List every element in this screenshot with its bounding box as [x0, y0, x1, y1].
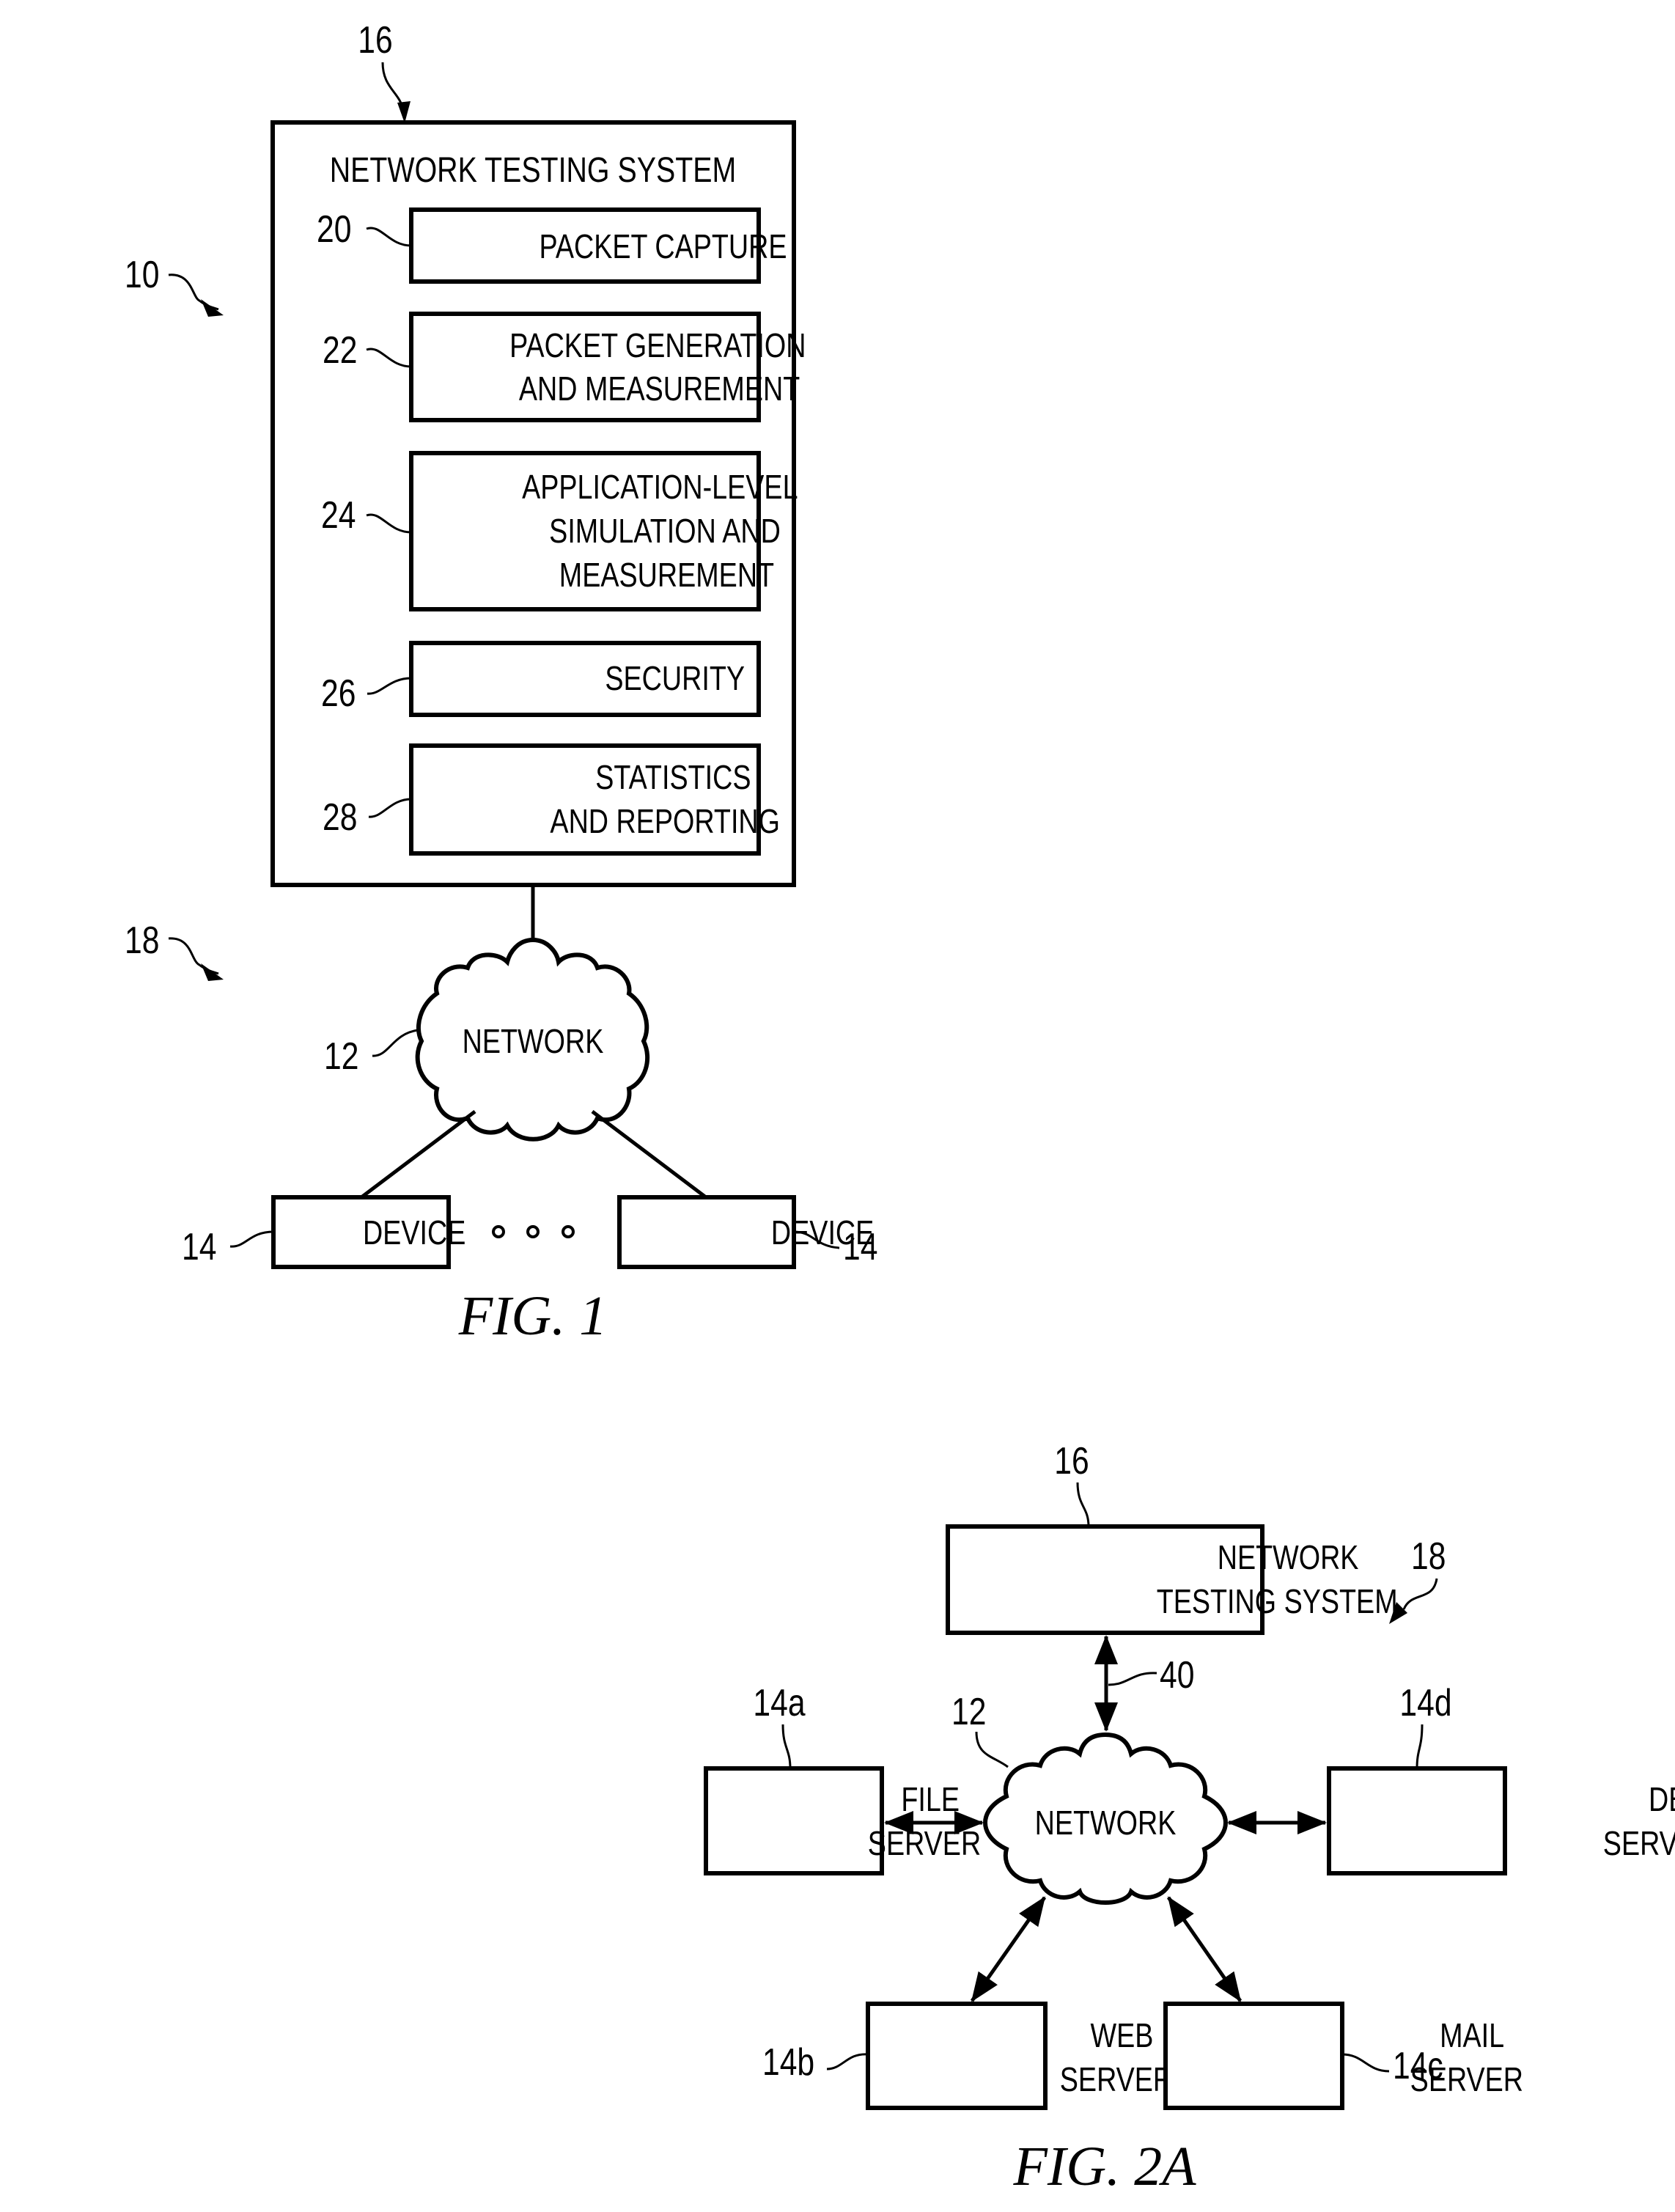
server-label-line: DB [1649, 1780, 1675, 1818]
ellipsis-dot [562, 1225, 575, 1238]
ref-18-arrowhead [201, 963, 224, 981]
patent-drawing-sheet: 16 10 NETWORK TESTING SYSTEM PACKET CAPT… [125, 19, 1675, 2197]
ref-14d-label: 14d [1399, 1682, 1451, 1724]
web-server: WEB SERVER 14b [762, 2002, 1173, 2110]
ref-40-leader [1108, 1672, 1157, 1686]
device-box [617, 1195, 796, 1269]
ref-16-arrowhead [397, 101, 411, 123]
network-device-right-link [591, 1110, 707, 1199]
ref-26-label: 26 [321, 672, 356, 715]
mail-server-network-arrow [1166, 1896, 1243, 2002]
server-label-line: SERVER [1603, 1824, 1675, 1862]
ref-10-arrowhead [201, 299, 224, 317]
ref-12-leader [372, 1029, 419, 1057]
ref-14a-leader [781, 1724, 792, 1769]
ref-18-leader [1402, 1578, 1438, 1610]
module-label-line: SIMULATION AND [549, 512, 781, 549]
figure-1-caption: FIG. 1 [458, 1285, 608, 1347]
ref-12-leader [975, 1731, 1009, 1768]
device-right: DEVICE 14 [617, 1195, 877, 1269]
ref-14-label: 14 [182, 1226, 216, 1268]
system-label-line: TESTING SYSTEM [1157, 1582, 1398, 1620]
ref-28-label: 28 [323, 796, 357, 839]
ref-10-label: 10 [125, 254, 159, 296]
network-device-left-link [360, 1110, 476, 1199]
mail-server: MAIL SERVER 14c [1163, 2002, 1523, 2110]
ref-16-label: 16 [358, 19, 392, 62]
ellipsis-more-devices [492, 1225, 575, 1238]
ref-12-label: 12 [324, 1035, 358, 1078]
module-label-line: SECURITY [605, 659, 745, 697]
server-label-line: MAIL [1440, 2016, 1504, 2054]
network-testing-system: NETWORK TESTING SYSTEM [946, 1524, 1398, 1635]
ref-14b-leader [826, 2053, 869, 2070]
module-label-line: AND REPORTING [550, 802, 780, 839]
module-label-line: MEASUREMENT [559, 556, 774, 593]
module-label-line: APPLICATION-LEVEL [522, 468, 798, 505]
ref-14d-leader [1416, 1724, 1424, 1769]
device-label: DEVICE [363, 1213, 465, 1251]
ref-12-label: 12 [951, 1691, 986, 1733]
server-box [866, 2002, 1048, 2110]
web-server-network-arrow [970, 1896, 1047, 2002]
module-label-line: PACKET GENERATION [509, 326, 806, 364]
ref-24-label: 24 [321, 494, 356, 537]
server-box [1327, 1766, 1507, 1875]
ref-18-label: 18 [125, 919, 159, 962]
ref-14b-label: 14b [762, 2041, 814, 2084]
server-label-line: SERVER [868, 1824, 981, 1862]
module-label-line: PACKET CAPTURE [540, 227, 787, 265]
system-label-line: NETWORK [1218, 1538, 1359, 1576]
ref-18-label: 18 [1411, 1535, 1446, 1578]
file-server: FILE SERVER 14a [704, 1682, 981, 1875]
ref-14c-label: 14c [1393, 2045, 1443, 2087]
db-server: DB SERVER 14d [1327, 1682, 1675, 1875]
ref-16-label: 16 [1054, 1440, 1089, 1482]
network-label: NETWORK [1035, 1804, 1177, 1841]
server-box [1163, 2002, 1344, 2110]
ref-18-leader [168, 937, 219, 975]
ref-14a-label: 14a [753, 1682, 806, 1724]
ref-14-label: 14 [843, 1226, 877, 1268]
ref-40-label: 40 [1160, 1654, 1194, 1697]
server-label-line: FILE [901, 1780, 960, 1818]
device-left: DEVICE 14 [182, 1195, 465, 1269]
ref-16-leader [1076, 1482, 1090, 1527]
module-label-line: AND MEASUREMENT [519, 370, 800, 407]
ref-14-leader [229, 1230, 274, 1248]
server-label-line: WEB [1091, 2016, 1154, 2054]
ref-10-leader [168, 273, 219, 311]
ref-14c-leader [1341, 2053, 1390, 2073]
figure-2a-caption: FIG. 2A [1012, 2136, 1196, 2197]
ref-20-label: 20 [317, 208, 351, 251]
figure-1: 16 10 NETWORK TESTING SYSTEM PACKET CAPT… [125, 19, 877, 1347]
network-label: NETWORK [463, 1022, 604, 1059]
server-box [704, 1766, 884, 1875]
ellipsis-dot [526, 1225, 540, 1238]
network-testing-system-title: NETWORK TESTING SYSTEM [330, 150, 737, 190]
ref-22-label: 22 [323, 329, 357, 372]
figure-2a: 16 18 NETWORK TESTING SYSTEM 40 12 NETWO… [704, 1440, 1675, 2197]
ellipsis-dot [492, 1225, 505, 1238]
server-label-line: SERVER [1060, 2060, 1173, 2098]
module-label-line: STATISTICS [595, 758, 751, 795]
